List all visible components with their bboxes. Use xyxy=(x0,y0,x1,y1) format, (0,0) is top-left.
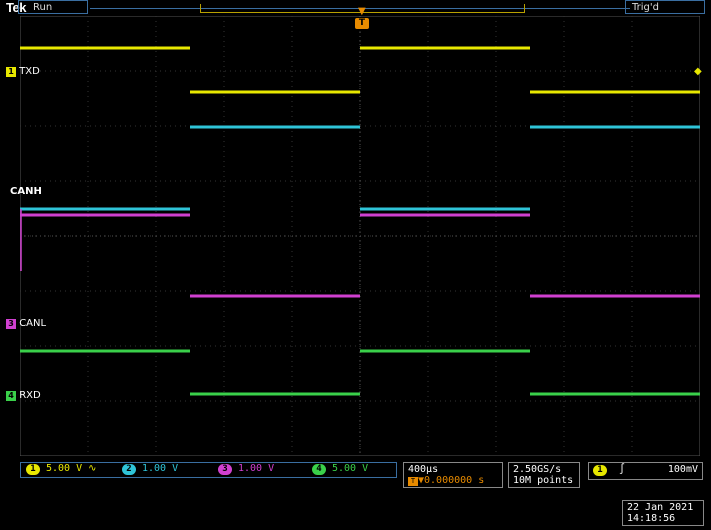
trigger-source-badge: 1 xyxy=(593,465,607,476)
trigger-position-arrow-icon: ▼ xyxy=(358,6,366,17)
ch4-marker[interactable]: 4 RXD xyxy=(6,390,41,401)
run-state[interactable]: Run xyxy=(18,0,88,14)
ch4-number: 4 xyxy=(6,391,16,401)
ch1-readout[interactable]: 1 5.00 V ∿ xyxy=(26,463,97,475)
ch2-badge: 2 xyxy=(122,464,136,475)
time: 14:18:56 xyxy=(627,513,676,524)
ch1-label: TXD xyxy=(19,66,40,77)
ch1-coupling: ∿ xyxy=(88,463,97,474)
ch3-label: CANL xyxy=(19,318,47,329)
datetime-readout: 22 Jan 2021 14:18:56 xyxy=(622,500,704,526)
trigger-level-icon[interactable]: ◆ xyxy=(694,66,702,77)
ch4-label: RXD xyxy=(19,390,41,401)
trigger-slope-icon: ∫ xyxy=(619,464,626,475)
record-length: 10M points xyxy=(513,475,574,486)
trigger-level: 100mV xyxy=(667,464,698,475)
readout-bar: 1 5.00 V ∿ 2 1.00 V 3 1.00 V 4 5.00 V 400µs … xyxy=(0,458,711,530)
ch3-badge: 3 xyxy=(218,464,232,475)
trigger-position: ▼0.000000 s xyxy=(418,475,485,486)
trigger-t-icon: T xyxy=(408,477,418,486)
graticule xyxy=(20,16,700,456)
ch3-number: 3 xyxy=(6,319,16,329)
ch3-scale: 1.00 V xyxy=(238,463,275,474)
ch2-scale: 1.00 V xyxy=(142,463,179,474)
ch1-badge: 1 xyxy=(26,464,40,475)
ch2-label: CANH xyxy=(10,186,42,197)
timebase-readout[interactable]: 400µs T ▼0.000000 s xyxy=(403,462,503,488)
date: 22 Jan 2021 xyxy=(627,502,694,513)
ch4-badge: 4 xyxy=(312,464,326,475)
trigger-position-marker[interactable]: T xyxy=(355,18,369,29)
status-bar: Tek Run Trig'd xyxy=(0,0,711,16)
ch1-marker[interactable]: 1 TXD xyxy=(6,66,40,77)
sample-rate: 2.50GS/s xyxy=(513,464,562,475)
acquisition-readout[interactable]: 2.50GS/s 10M points xyxy=(508,462,580,488)
ch2-readout[interactable]: 2 1.00 V xyxy=(122,463,178,475)
ch3-marker[interactable]: 3 CANL xyxy=(6,318,46,329)
timebase-scale: 400µs xyxy=(408,464,439,475)
ch1-number: 1 xyxy=(6,67,16,77)
ch3-readout[interactable]: 3 1.00 V xyxy=(218,463,274,475)
ch4-scale: 5.00 V xyxy=(332,463,369,474)
ch1-scale: 5.00 V xyxy=(46,463,83,474)
trigger-readout[interactable]: 1 ∫ 100mV xyxy=(588,462,703,480)
ch4-readout[interactable]: 4 5.00 V xyxy=(312,463,368,475)
trigger-state: Trig'd xyxy=(625,0,705,14)
